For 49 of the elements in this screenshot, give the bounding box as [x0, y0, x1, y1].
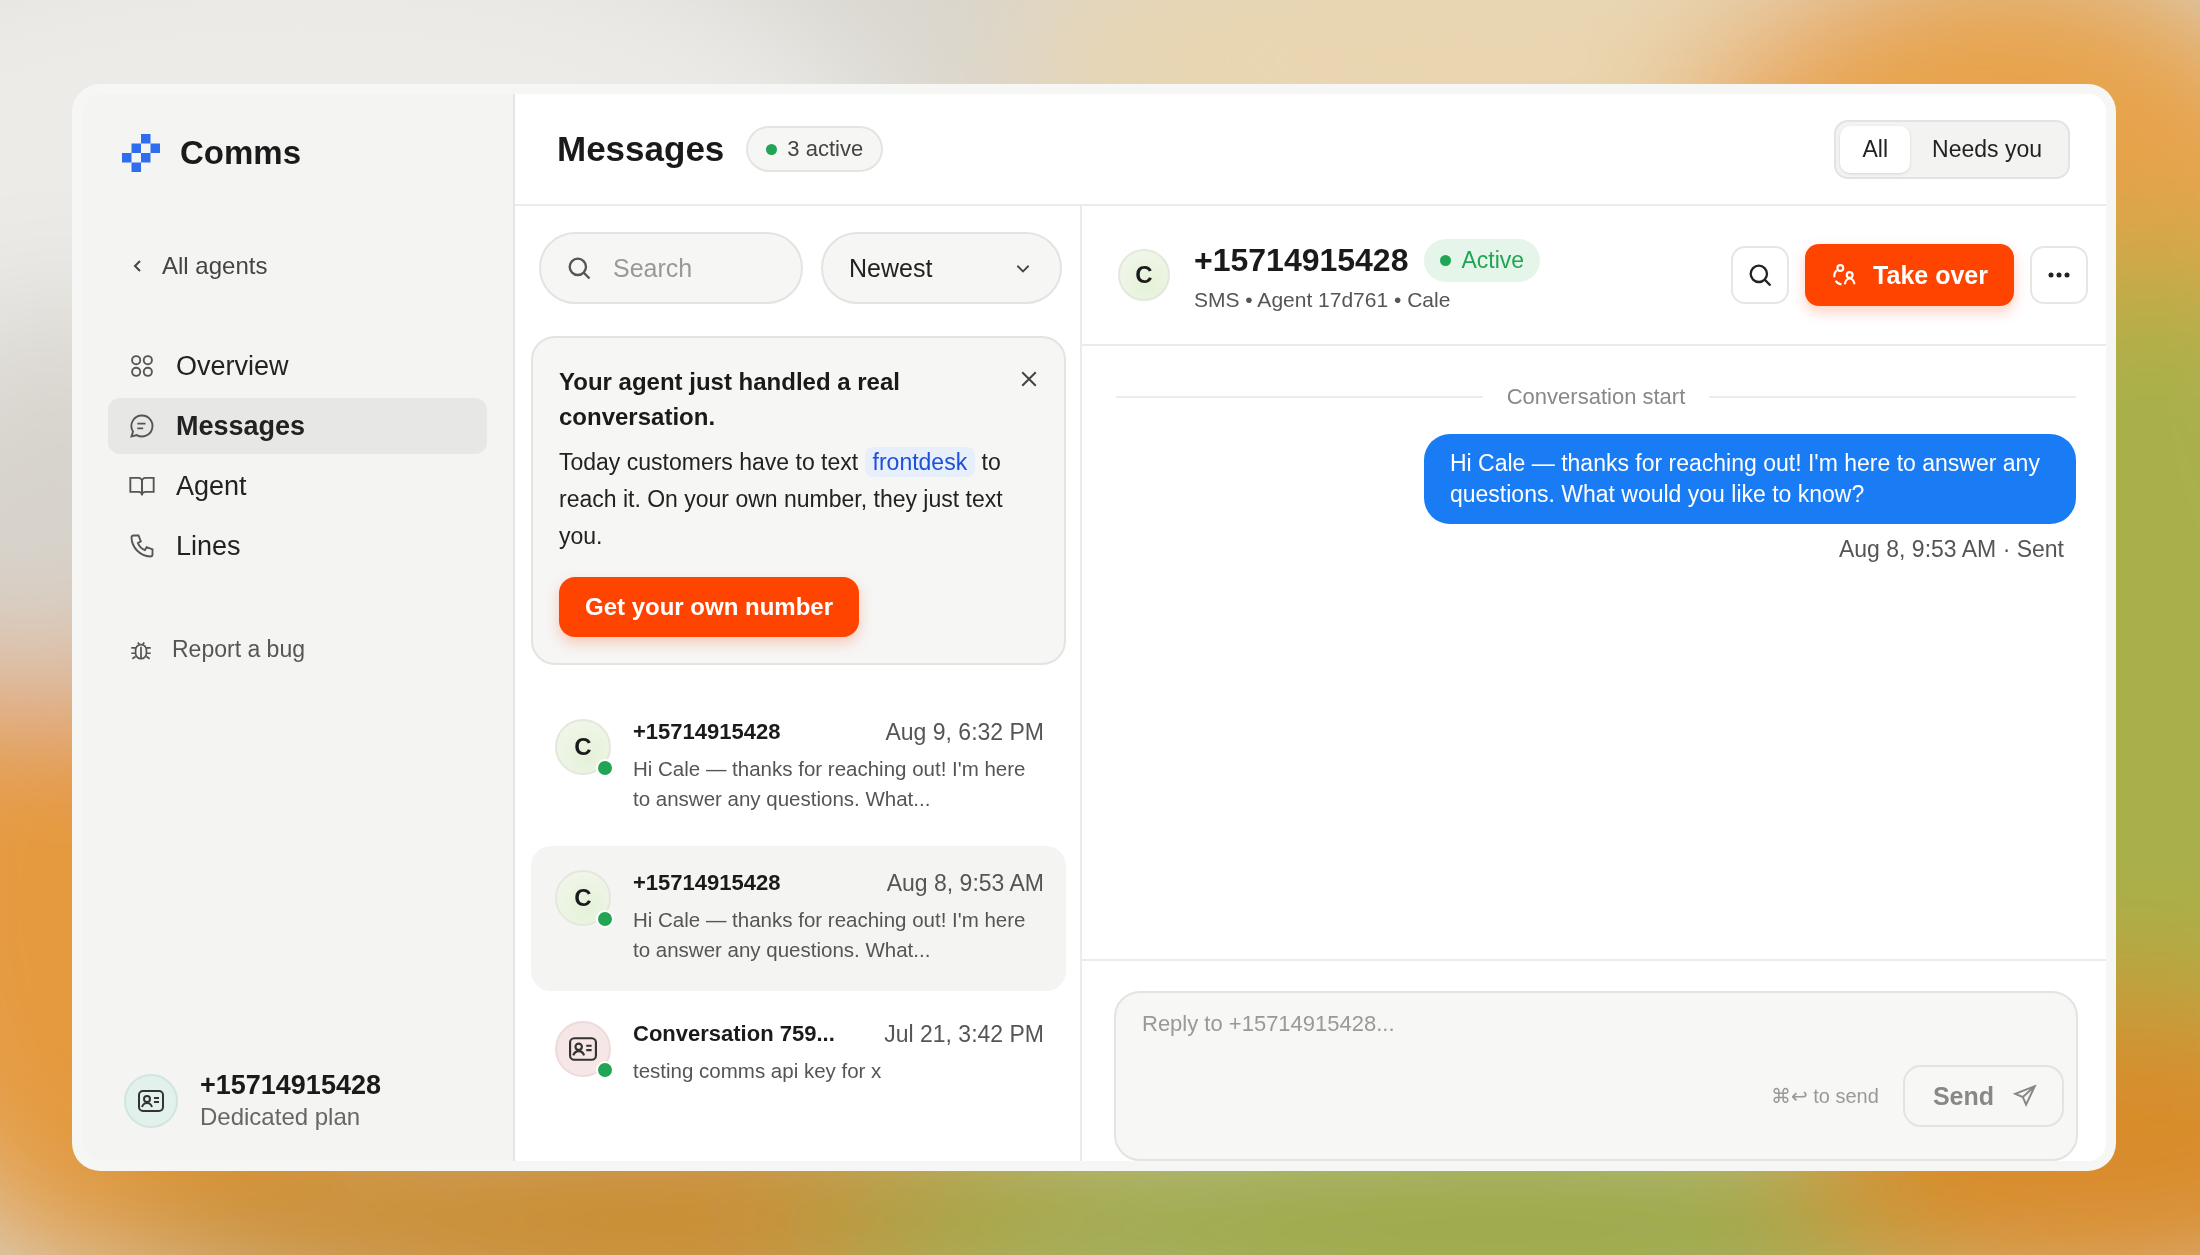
avatar: C	[1118, 249, 1170, 301]
contact-number: +15714915428	[1194, 241, 1409, 279]
search-button[interactable]	[1731, 246, 1790, 304]
logo-icon	[122, 134, 160, 172]
timestamp: Jul 21, 3:42 PM	[884, 1021, 1044, 1048]
conversation-meta: SMS • Agent 17d761 • Cale	[1194, 287, 1452, 312]
conversation-start-label: Conversation start	[1506, 384, 1686, 410]
message-preview: testing comms api key for x	[633, 1058, 883, 1084]
timestamp: Aug 8, 9:53 AM	[886, 870, 1044, 897]
back-link[interactable]: All agents	[108, 252, 487, 280]
grid-icon	[128, 352, 156, 380]
nav-item[interactable]: Agent	[108, 458, 487, 514]
nav-item[interactable]: Messages	[108, 398, 487, 454]
app-name: Comms	[180, 134, 302, 172]
send-icon	[2012, 1083, 2038, 1109]
contact-name: +15714915428	[633, 719, 781, 746]
nav-item[interactable]: Lines	[108, 518, 487, 574]
page-title: Messages	[557, 129, 725, 169]
card-avatar	[555, 1021, 611, 1077]
message-preview: Hi Cale — thanks for reaching out! I'm here to answer any questions. What...	[633, 907, 1027, 963]
active-count-badge: 3 active	[746, 126, 884, 172]
filter-tab[interactable]: All	[1840, 125, 1911, 173]
report-bug-link[interactable]: Report a bug	[108, 636, 487, 663]
message-preview: Hi Cale — thanks for reaching out! I'm here to answer any questions. What...	[633, 756, 1027, 812]
conversation-item[interactable]: Conversation 759... Jul 21, 3:42 PM testing comms api key for x	[531, 997, 1066, 1112]
message-bubble: Hi Cale — thanks for reaching out! I'm here to answer any questions. What would you like to know?	[1424, 434, 2076, 524]
search-field[interactable]: Search	[539, 232, 803, 304]
status-badge: Active	[1424, 238, 1541, 282]
chat-icon	[128, 412, 156, 440]
promo-title: Your agent just handled a real conversation.	[559, 367, 901, 432]
nav-item[interactable]: Overview	[108, 338, 487, 394]
sort-dropdown[interactable]: Newest	[821, 232, 1062, 304]
conversation-item[interactable]: C +15714915428 Aug 9, 6:32 PM Hi Cale — thanks for reaching out! I'm here to answer any questions. What...	[531, 695, 1066, 840]
account-number: +15714915428	[200, 1070, 381, 1101]
avatar: C	[555, 719, 611, 775]
send-shortcut-hint: ⌘↩ to send	[1770, 1084, 1879, 1108]
message-meta: Aug 8, 9:53 AM · Sent	[1838, 536, 2064, 563]
contact-name: Conversation 759...	[633, 1021, 835, 1048]
conversation-item[interactable]: C +15714915428 Aug 8, 9:53 AM Hi Cale — thanks for reaching out! I'm here to answer any questions. What...	[531, 846, 1066, 991]
avatar: C	[555, 870, 611, 926]
plan-label: Dedicated plan	[200, 1103, 362, 1131]
timestamp: Aug 9, 6:32 PM	[885, 719, 1044, 746]
close-icon[interactable]	[1020, 370, 1038, 388]
filter-tab[interactable]: Needs you	[1910, 125, 2064, 173]
contact-name: +15714915428	[633, 870, 781, 897]
card-avatar	[124, 1073, 178, 1128]
promo-text: Today customers have to text frontdesk to reach it. On your own number, they just text you.	[559, 446, 1004, 551]
more-icon	[2048, 272, 2070, 278]
phone-icon	[128, 532, 156, 560]
